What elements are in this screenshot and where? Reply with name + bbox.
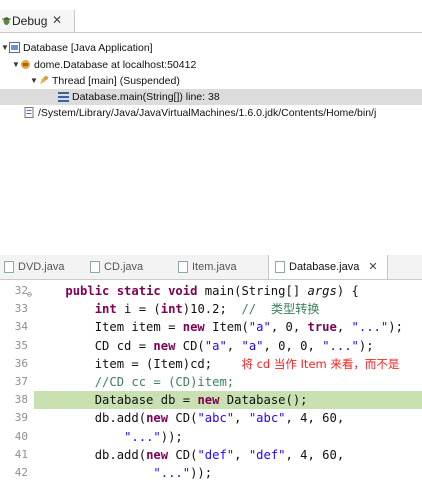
tree-item-label: /System/Library/Java/JavaVirtualMachines… <box>38 107 377 119</box>
code-line[interactable]: 36 item = (Item)cd; 将 cd 当作 Item 来看，而不是 <box>0 355 422 373</box>
code-text: Database db = new Database(); <box>36 393 308 408</box>
code-text: int i = (int)10.2; // 类型转换 <box>94 302 320 317</box>
code-line[interactable]: 42 "...")); <box>0 464 422 482</box>
debug-tab-close-icon[interactable]: ✕ <box>52 13 62 27</box>
debug-tabbar: Debug ✕ <box>0 10 422 33</box>
line-number: 37 <box>14 375 28 388</box>
handwritten-annotation: 将 cd 当作 Item 来看，而不是 <box>241 356 400 371</box>
expand-triangle-icon[interactable]: ▼ <box>12 57 20 73</box>
code-text: "...")); <box>153 466 213 480</box>
java-file-icon <box>4 261 14 274</box>
line-number: 36 <box>14 356 28 370</box>
code-line[interactable]: 39 db.add(new CD("abc", "abc", 4, 60, <box>0 409 422 427</box>
code-line[interactable]: 38 Database db = new Database(); <box>0 391 422 410</box>
expand-triangle-icon[interactable]: ▼ <box>30 73 38 89</box>
stack-frame-icon <box>58 92 69 102</box>
tree-item-process[interactable]: /System/Library/Java/JavaVirtualMachines… <box>24 105 376 121</box>
code-line[interactable]: 41 db.add(new CD("def", "def", 4, 60, <box>0 446 422 464</box>
debug-view: Debug ✕ ▼ Database [Java Application] ▼ do… <box>0 0 422 240</box>
tab-item-java[interactable]: Item.java <box>178 255 264 279</box>
tree-item-stack-frame[interactable]: Database.main(String[]) line: 38 <box>58 89 220 105</box>
thread-icon <box>40 76 48 84</box>
debug-tab-label: Debug <box>12 14 48 28</box>
line-number: 40 <box>14 429 28 443</box>
tab-label: DVD.java <box>18 261 65 273</box>
line-number: 42 <box>14 466 28 479</box>
tab-database-java[interactable]: Database.java ✕ <box>268 255 388 279</box>
tree-item-label: dome.Database at localhost:50412 <box>34 59 197 71</box>
code-text: "...")); <box>124 429 183 444</box>
line-number: 41 <box>14 447 28 461</box>
code-text: //CD cc = (CD)item; <box>94 375 235 389</box>
line-number: 38 <box>14 393 28 407</box>
vm-icon <box>21 60 30 69</box>
tab-debug[interactable]: Debug ✕ <box>0 10 75 32</box>
line-number: 35 <box>14 338 28 352</box>
java-app-icon <box>9 42 20 53</box>
tab-close-icon[interactable]: ✕ <box>368 261 377 273</box>
tab-cd-java[interactable]: CD.java <box>90 255 170 279</box>
tree-item-label: Database.main(String[]) line: 38 <box>72 91 220 103</box>
code-text: db.add(new CD("def", "def", 4, 60, <box>36 447 345 462</box>
code-text: public static void main(String[] args) { <box>65 284 359 298</box>
code-text: Item item = new Item("a", 0, true, "..."… <box>36 320 403 335</box>
java-file-icon <box>90 261 100 274</box>
code-line[interactable]: 35 CD cd = new CD("a", "a", 0, 0, "...")… <box>0 337 422 355</box>
process-icon <box>24 107 34 118</box>
tab-dvd-java[interactable]: DVD.java <box>0 255 84 279</box>
code-text: CD cd = new CD("a", "a", 0, 0, "..."); <box>36 338 374 353</box>
java-file-icon <box>178 261 188 274</box>
code-text: db.add(new CD("abc", "abc", 4, 60, <box>36 411 345 426</box>
tab-label: CD.java <box>104 261 144 273</box>
line-number: 34 <box>14 320 28 334</box>
tree-item-java-application[interactable]: ▼ Database [Java Application] <box>1 40 153 56</box>
line-number: 39 <box>14 411 28 425</box>
code-line[interactable]: 34 Item item = new Item("a", 0, true, ".… <box>0 318 422 336</box>
expand-triangle-icon[interactable]: ▼ <box>1 40 9 56</box>
code-line[interactable]: 32 ⊖ public static void main(String[] arg… <box>0 282 422 300</box>
tree-item-label: Database [Java Application] <box>23 42 153 54</box>
tree-item-vm[interactable]: ▼ dome.Database at localhost:50412 <box>12 57 196 73</box>
code-line[interactable]: 37 //CD cc = (CD)item; <box>0 373 422 391</box>
java-file-icon <box>275 261 285 274</box>
tab-label: Item.java <box>192 261 237 273</box>
tree-item-label: Thread [main] (Suspended) <box>52 75 180 87</box>
code-text: item = (Item)cd; 将 cd 当作 Item 来看，而不是 <box>36 356 400 371</box>
line-number: 33 <box>14 302 28 316</box>
code-line[interactable]: 40 "...")); <box>0 428 422 446</box>
java-editor: DVD.java CD.java Item.java Database.java… <box>0 248 422 485</box>
bug-icon <box>2 17 11 25</box>
code-line[interactable]: 33 int i = (int)10.2; // 类型转换 <box>0 300 422 318</box>
tab-label: Database.java <box>289 261 360 273</box>
tree-item-thread[interactable]: ▼ Thread [main] (Suspended) <box>30 73 180 89</box>
editor-tabbar: DVD.java CD.java Item.java Database.java… <box>0 255 422 280</box>
line-number: 32 <box>14 284 28 297</box>
